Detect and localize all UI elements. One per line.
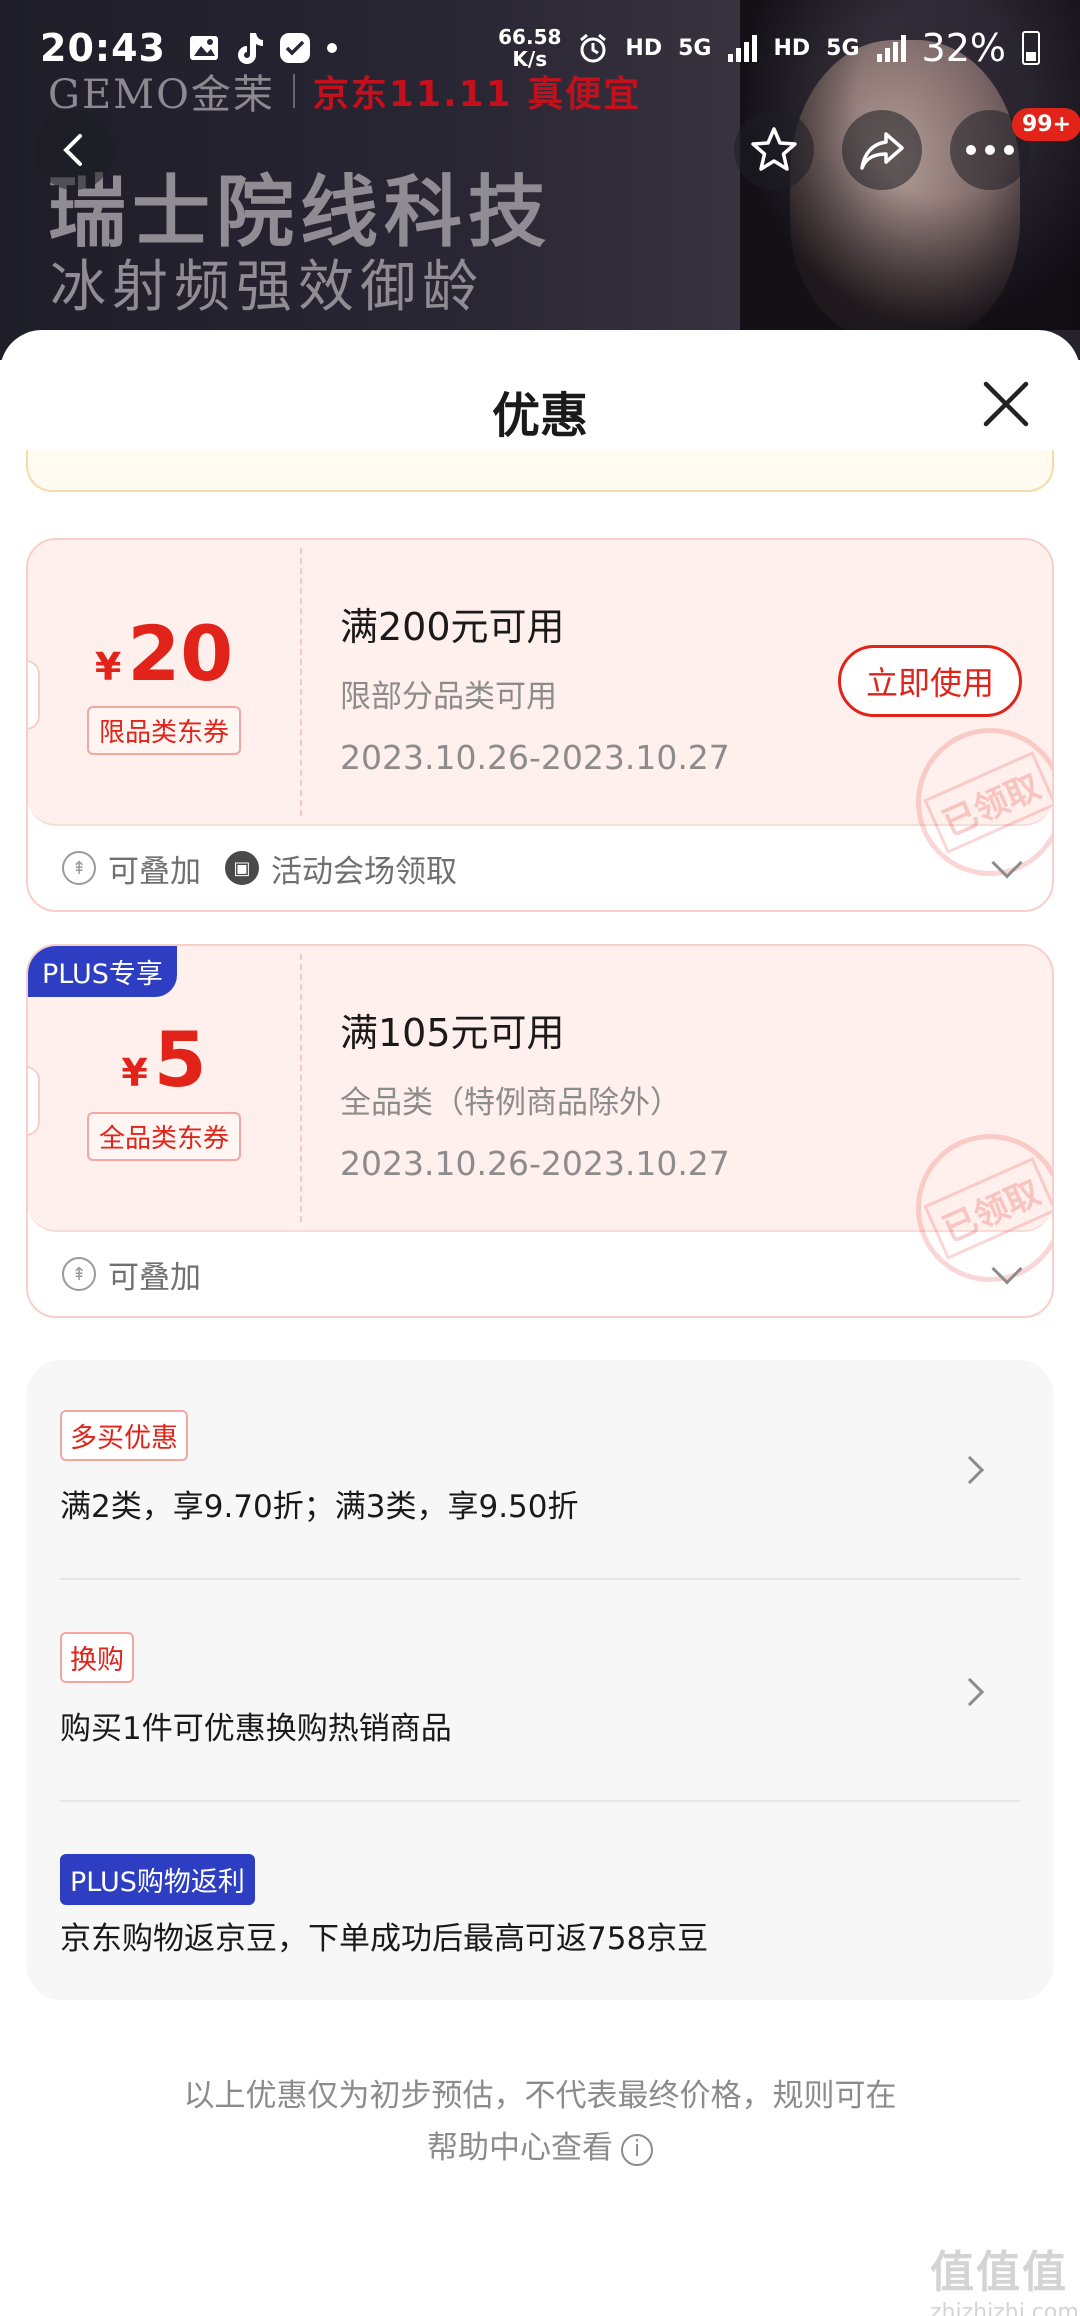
- tiktok-icon: [237, 33, 263, 64]
- coupon-card-plus: PLUS专享 ¥ 5 全品类东券 满105元可用 全品类（特例商品除外） 202…: [26, 944, 1054, 1318]
- coupon-date: 2023.10.26-2023.10.27: [340, 738, 730, 777]
- help-center-link[interactable]: 帮助中心查看: [427, 2130, 613, 2166]
- coupon-scope: 限部分品类可用: [340, 679, 557, 715]
- plus-exclusive-tag: PLUS专享: [28, 946, 177, 997]
- promo-tag: 换购: [60, 1632, 134, 1683]
- more-dots-icon: [966, 145, 1014, 155]
- promo-row-plus-rebate: PLUS购物返利 京东购物返京豆，下单成功后最高可返758京豆: [60, 1854, 1020, 1958]
- dot-icon: [326, 43, 337, 53]
- coupon-date: 2023.10.26-2023.10.27: [340, 1144, 730, 1183]
- message-badge: 99+: [1012, 108, 1080, 141]
- stackable-info: ⇞ 可叠加: [62, 846, 201, 891]
- coupon-main: ¥ 20 限品类东券 满200元可用 限部分品类可用 2023.10.26-20…: [28, 540, 1052, 900]
- watermark-logo: 值值值: [930, 2247, 1068, 2298]
- coupon-value: 20: [127, 608, 234, 698]
- coupon-card: ¥ 20 限品类东券 满200元可用 限部分品类可用 2023.10.26-20…: [26, 538, 1054, 912]
- currency-symbol: ¥: [94, 644, 122, 689]
- back-arrow-icon: [63, 134, 82, 166]
- promotion-list: 多买优惠 满2类，享9.70折；满3类，享9.50折 换购 购买1件可优惠换购热…: [26, 1360, 1054, 2000]
- coupon-scope: 全品类（特例商品除外）: [340, 1085, 681, 1121]
- chevron-right-icon: [955, 1677, 985, 1707]
- stackable-label: 可叠加: [108, 1259, 201, 1296]
- battery-percent: 32%: [921, 26, 1006, 70]
- stackable-label: 可叠加: [108, 853, 201, 890]
- coupon-info: 满200元可用 限部分品类可用 2023.10.26-2023.10.27: [340, 596, 730, 777]
- favorite-button[interactable]: [734, 110, 814, 190]
- coupon-main: ¥ 5 全品类东券 满105元可用 全品类（特例商品除外） 2023.10.26…: [28, 946, 1052, 1306]
- coupon-condition: 满200元可用: [340, 605, 565, 649]
- promo-tag: 多买优惠: [60, 1410, 188, 1461]
- source-label: 活动会场领取: [271, 853, 457, 890]
- close-icon: [983, 381, 1029, 427]
- clock: 20:43: [40, 26, 166, 70]
- disclaimer: 以上优惠仅为初步预估，不代表最终价格，规则可在 帮助中心查看 i: [0, 2070, 1080, 2174]
- sheet-title: 优惠: [491, 388, 588, 444]
- promo-text: 满2类，享9.70折；满3类，享9.50折: [60, 1489, 579, 1525]
- coupon-footer[interactable]: ⇞ 可叠加 ▣ 活动会场领取: [28, 826, 1052, 910]
- back-button[interactable]: [34, 110, 114, 190]
- close-button[interactable]: [976, 374, 1036, 434]
- coupon-type-tag: 全品类东券: [86, 1111, 241, 1161]
- info-icon[interactable]: i: [621, 2133, 653, 2166]
- coupon-footer[interactable]: ⇞ 可叠加: [28, 1232, 1052, 1316]
- chevron-right-icon: [955, 1455, 985, 1485]
- gallery-icon: [189, 36, 218, 60]
- claimed-stamp-text: 已领取: [923, 750, 1052, 854]
- promo-row-trade-up[interactable]: 换购 购买1件可优惠换购热销商品: [60, 1632, 1020, 1748]
- coupon-divider: [300, 548, 302, 816]
- battery-icon: [1022, 31, 1040, 65]
- 5g-icon-2: 5G: [826, 35, 860, 61]
- discount-sheet: 优惠 ¥ 20 限品类东券 满200元可用 限部分品类可用 2023.10.26…: [0, 330, 1080, 2316]
- coupon-condition: 满105元可用: [340, 1011, 565, 1055]
- coupon-info: 满105元可用 全品类（特例商品除外） 2023.10.26-2023.10.2…: [340, 1002, 730, 1183]
- site-watermark: 值值值 zhizhizhi.com: [930, 2236, 1079, 2316]
- disclaimer-line-2-wrap[interactable]: 帮助中心查看 i: [0, 2122, 1080, 2174]
- stack-icon: ⇞: [62, 851, 96, 885]
- promo-divider: [60, 1800, 1020, 1802]
- ticket-icon: ▣: [225, 851, 259, 885]
- coupon-amount: ¥ 20: [94, 608, 234, 698]
- share-icon: [860, 132, 904, 170]
- coupon-value: 5: [153, 1014, 207, 1104]
- signal-icon: [728, 35, 758, 62]
- watermark-url: zhizhizhi.com: [930, 2300, 1079, 2316]
- net-speed-value: 66.58: [498, 25, 562, 49]
- promo-text: 购买1件可优惠换购热销商品: [60, 1711, 452, 1747]
- coupon-amount: ¥ 5: [121, 1014, 207, 1104]
- plus-rebate-tag: PLUS购物返利: [60, 1854, 255, 1905]
- hd-icon: HD: [625, 35, 663, 61]
- claimed-stamp-text: 已领取: [923, 1156, 1052, 1260]
- coupon-type-tag: 限品类东券: [86, 705, 241, 755]
- status-right: 66.58 K/s HD 5G HD 5G 32%: [498, 26, 1040, 70]
- promo-row-multi-buy[interactable]: 多买优惠 满2类，享9.70折；满3类，享9.50折: [60, 1410, 1020, 1526]
- net-speed-unit: K/s: [512, 47, 548, 71]
- stackable-info: ⇞ 可叠加: [62, 1252, 201, 1297]
- 5g-icon: 5G: [678, 35, 712, 61]
- star-icon: [751, 127, 797, 171]
- disclaimer-line-1: 以上优惠仅为初步预估，不代表最终价格，规则可在: [183, 2078, 897, 2114]
- currency-symbol: ¥: [121, 1050, 148, 1095]
- stack-icon: ⇞: [62, 1257, 96, 1291]
- alarm-icon: [580, 33, 607, 63]
- promo-divider: [60, 1578, 1020, 1580]
- use-now-button[interactable]: 立即使用: [838, 645, 1022, 717]
- promo-text: 京东购物返京豆，下单成功后最高可返758京豆: [60, 1921, 709, 1957]
- partial-coupon-card: [26, 450, 1054, 492]
- checklist-app-icon: [279, 33, 310, 63]
- status-bar: 20:43 66.58 K/s HD 5G HD 5G 32%: [0, 0, 1080, 96]
- share-button[interactable]: [842, 110, 922, 190]
- coupon-value-col: ¥ 20 限品类东券: [28, 540, 300, 826]
- banner-subline: 冰射频强效御龄: [50, 255, 484, 320]
- coupon-divider: [300, 954, 302, 1222]
- net-speed: 66.58 K/s: [498, 26, 561, 70]
- hd-icon-2: HD: [773, 35, 811, 61]
- source-info: ▣ 活动会场领取: [225, 846, 457, 891]
- notification-icons: [188, 31, 338, 65]
- signal-icon-2: [876, 35, 906, 62]
